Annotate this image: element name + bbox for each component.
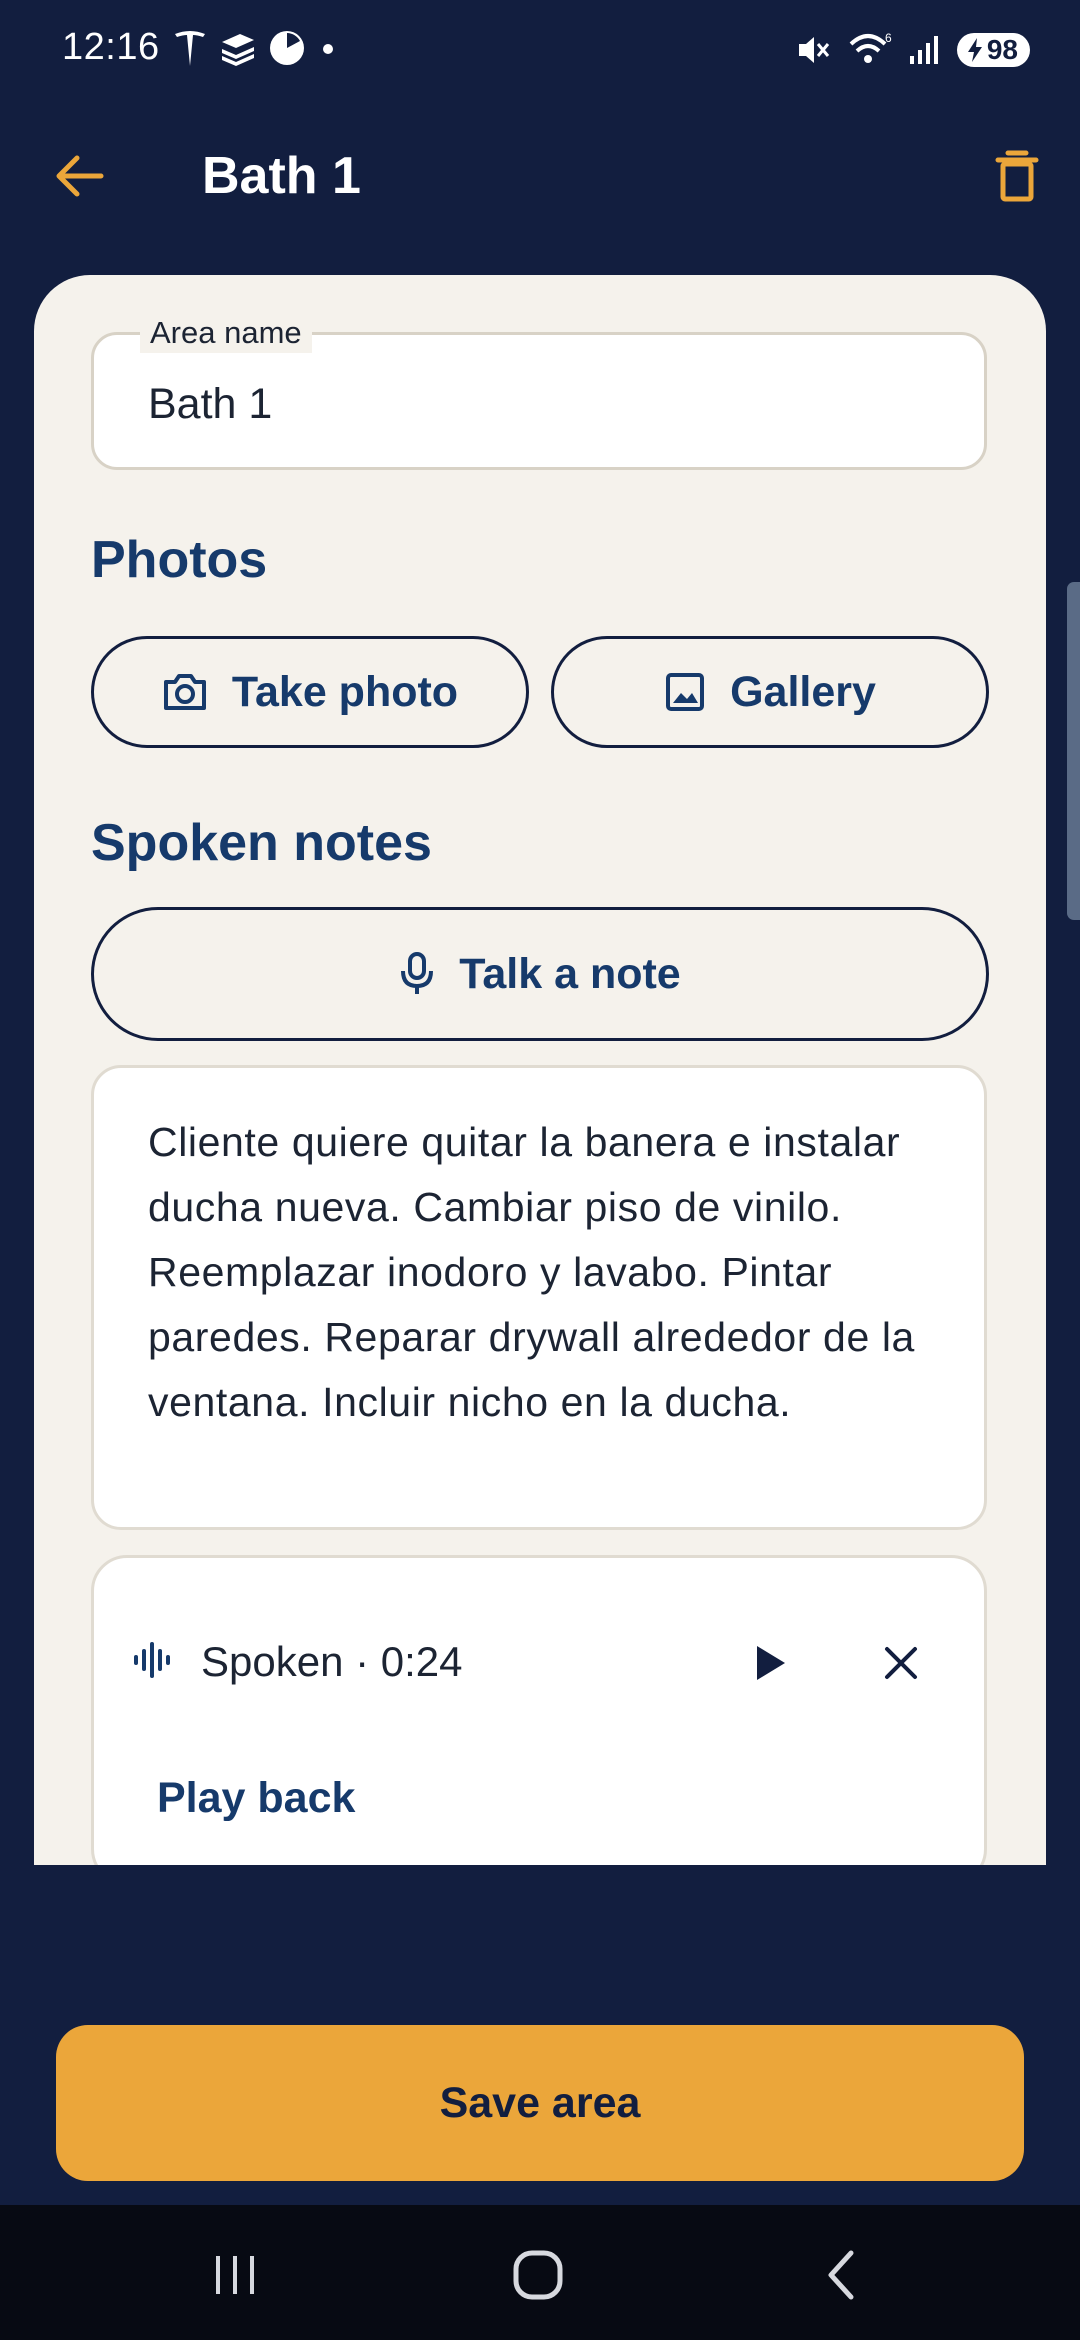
svg-text:6: 6 [885, 31, 892, 45]
camera-icon [163, 674, 206, 710]
save-area-button[interactable]: Save area [56, 2025, 1024, 2181]
pie-icon [270, 31, 304, 65]
gallery-button[interactable]: Gallery [551, 636, 989, 748]
play-button[interactable] [734, 1628, 804, 1698]
stack-icon [222, 34, 254, 66]
take-photo-label: Take photo [231, 667, 459, 716]
status-system-icons: 6 98 [793, 30, 1030, 70]
home-icon [513, 2250, 563, 2300]
play-icon [757, 1646, 785, 1680]
delete-button[interactable] [982, 144, 1052, 208]
wifi-icon: 6 [849, 31, 892, 63]
system-nav-bar [0, 2205, 1080, 2340]
scrollbar[interactable] [1067, 582, 1080, 920]
microphone-icon [401, 952, 434, 994]
battery-icon [967, 38, 982, 62]
photos-heading: Photos [91, 531, 268, 589]
tesla-icon [175, 31, 205, 66]
waveform-icon [134, 1642, 170, 1678]
take-photo-button[interactable]: Take photo [91, 636, 529, 748]
battery-level: 98 [986, 34, 1018, 65]
chevron-left-icon [828, 2250, 854, 2300]
remove-recording-button[interactable] [866, 1628, 936, 1698]
recents-button[interactable] [190, 2235, 280, 2315]
spoken-notes-heading: Spoken notes [91, 814, 432, 872]
recents-icon [216, 2256, 254, 2294]
recording-card: Spoken · 0:24 Play back [91, 1555, 987, 1865]
close-icon [885, 1647, 917, 1679]
back-nav-button[interactable] [796, 2235, 886, 2315]
image-icon [666, 673, 705, 711]
recording-label: Spoken · 0:24 [201, 1638, 463, 1685]
play-back-button[interactable]: Play back [157, 1773, 355, 1823]
status-time: 12:16 [62, 26, 160, 68]
trash-icon [995, 150, 1039, 202]
status-bar: 12:16 6 98 [0, 0, 1080, 100]
gallery-label: Gallery [730, 667, 876, 716]
talk-note-label: Talk a note [459, 949, 681, 998]
arrow-left-icon [56, 155, 104, 197]
area-name-field[interactable]: Area name Bath 1 [91, 313, 987, 470]
content-card: Area name Bath 1 Photos Take photo Galle… [34, 275, 1046, 1865]
note-text-box[interactable]: Cliente quiere quitar la banera e instal… [91, 1065, 987, 1530]
home-button[interactable] [493, 2235, 583, 2315]
area-name-label: Area name [140, 313, 312, 353]
mute-icon [798, 37, 829, 63]
signal-icon [909, 36, 938, 64]
app-bar: Bath 1 [0, 130, 1080, 220]
back-button[interactable] [44, 146, 114, 206]
dot-icon [323, 44, 333, 54]
talk-note-button[interactable]: Talk a note [91, 907, 989, 1041]
status-notification-icons [172, 28, 340, 68]
note-transcript: Cliente quiere quitar la banera e instal… [148, 1119, 915, 1425]
area-name-input[interactable]: Bath 1 [148, 379, 272, 429]
battery-indicator: 98 [956, 33, 1030, 67]
page-title: Bath 1 [202, 147, 361, 205]
save-area-label: Save area [439, 2078, 641, 2127]
